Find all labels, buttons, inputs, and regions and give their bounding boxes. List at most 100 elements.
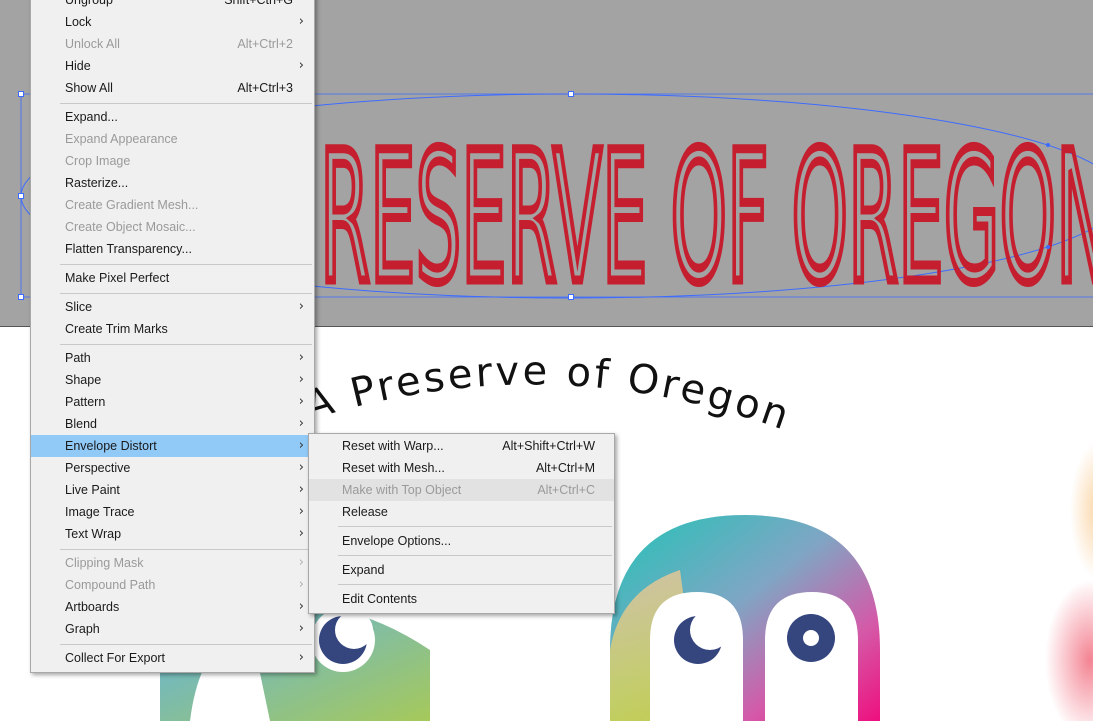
chevron-right-icon: ›	[298, 350, 304, 365]
menu-item-slice[interactable]: Slice ›	[31, 296, 314, 318]
menu-item-label: Shape	[65, 373, 102, 387]
menu-item-label: Image Trace	[65, 505, 135, 519]
menu-item-label: Hide	[65, 59, 91, 73]
menu-item-unlock-all[interactable]: Unlock All Alt+Ctrl+2	[31, 33, 314, 55]
submenu-item-edit-contents[interactable]: Edit Contents	[309, 588, 614, 610]
selection-handle[interactable]	[18, 294, 24, 300]
menu-item-blend[interactable]: Blend ›	[31, 413, 314, 435]
menu-item-expand[interactable]: Expand...	[31, 106, 314, 128]
chevron-right-icon: ›	[298, 621, 304, 636]
selection-handle[interactable]	[18, 91, 24, 97]
menu-item-flatten-transparency[interactable]: Flatten Transparency...	[31, 238, 314, 260]
chevron-right-icon: ›	[298, 14, 304, 29]
menu-item-shortcut: Shift+Ctrl+G	[224, 0, 293, 7]
menu-item-label: Release	[342, 505, 388, 519]
submenu-item-make-with-top-object[interactable]: Make with Top Object Alt+Ctrl+C	[309, 479, 614, 501]
menu-item-label: Create Gradient Mesh...	[65, 198, 199, 212]
menu-item-pattern[interactable]: Pattern ›	[31, 391, 314, 413]
menu-item-label: Show All	[65, 81, 113, 95]
menu-item-lock[interactable]: Lock ›	[31, 11, 314, 33]
menu-item-perspective[interactable]: Perspective ›	[31, 457, 314, 479]
pink-glow	[1045, 580, 1093, 721]
menu-item-show-all[interactable]: Show All Alt+Ctrl+3	[31, 77, 314, 99]
menu-item-label: Envelope Options...	[342, 534, 452, 548]
menu-item-artboards[interactable]: Artboards ›	[31, 596, 314, 618]
menu-item-shortcut: Alt+Ctrl+C	[537, 483, 595, 497]
menu-item-label: Live Paint	[65, 483, 120, 497]
menu-item-label: Create Object Mosaic...	[65, 220, 196, 234]
menu-item-shortcut: Alt+Ctrl+M	[535, 461, 595, 475]
right-ghost-mascot[interactable]	[610, 515, 880, 721]
chevron-right-icon: ›	[298, 504, 304, 519]
chevron-right-icon: ›	[298, 599, 304, 614]
menu-item-compound-path[interactable]: Compound Path ›	[31, 574, 314, 596]
peach-glow	[1070, 441, 1093, 579]
menu-item-create-object-mosaic[interactable]: Create Object Mosaic...	[31, 216, 314, 238]
submenu-item-reset-with-warp[interactable]: Reset with Warp... Alt+Shift+Ctrl+W	[309, 435, 614, 457]
menu-item-hide[interactable]: Hide ›	[31, 55, 314, 77]
menu-item-shortcut: Alt+Ctrl+2	[237, 37, 293, 51]
menu-item-path[interactable]: Path ›	[31, 347, 314, 369]
menu-item-label: Perspective	[65, 461, 131, 475]
menu-item-label: Crop Image	[65, 154, 131, 168]
menu-separator	[338, 584, 612, 585]
menu-item-ungroup[interactable]: Ungroup Shift+Ctrl+G	[31, 0, 314, 11]
menu-item-shortcut: Alt+Shift+Ctrl+W	[502, 439, 595, 453]
menu-item-rasterize[interactable]: Rasterize...	[31, 172, 314, 194]
chevron-right-icon: ›	[298, 577, 304, 592]
menu-item-shape[interactable]: Shape ›	[31, 369, 314, 391]
menu-separator	[60, 264, 312, 265]
selection-handle[interactable]	[18, 193, 24, 199]
menu-item-create-trim-marks[interactable]: Create Trim Marks	[31, 318, 314, 340]
menu-item-shortcut: Alt+Ctrl+3	[237, 81, 293, 95]
submenu-item-reset-with-mesh[interactable]: Reset with Mesh... Alt+Ctrl+M	[309, 457, 614, 479]
menu-separator	[60, 103, 312, 104]
envelope-distort-submenu[interactable]: Reset with Warp... Alt+Shift+Ctrl+W Reset …	[308, 433, 615, 614]
menu-item-graph[interactable]: Graph ›	[31, 618, 314, 640]
menu-item-crop-image[interactable]: Crop Image	[31, 150, 314, 172]
menu-item-expand-appearance[interactable]: Expand Appearance	[31, 128, 314, 150]
menu-item-make-pixel-perfect[interactable]: Make Pixel Perfect	[31, 267, 314, 289]
chevron-right-icon: ›	[298, 394, 304, 409]
menu-item-text-wrap[interactable]: Text Wrap ›	[31, 523, 314, 545]
menu-item-label: Flatten Transparency...	[65, 242, 192, 256]
menu-item-label: Expand	[342, 563, 385, 577]
chevron-right-icon: ›	[298, 58, 304, 73]
chevron-right-icon: ›	[298, 650, 304, 665]
chevron-right-icon: ›	[298, 438, 304, 453]
object-context-menu[interactable]: Ungroup Shift+Ctrl+G Lock › Unlock All Alt+Ct…	[30, 0, 315, 673]
selection-handle[interactable]	[568, 294, 574, 300]
menu-item-image-trace[interactable]: Image Trace ›	[31, 501, 314, 523]
menu-separator	[60, 644, 312, 645]
menu-item-create-gradient-mesh[interactable]: Create Gradient Mesh...	[31, 194, 314, 216]
submenu-item-release[interactable]: Release	[309, 501, 614, 523]
chevron-right-icon: ›	[298, 299, 304, 314]
menu-item-label: Make Pixel Perfect	[65, 271, 170, 285]
menu-item-label: Blend	[65, 417, 97, 431]
menu-item-label: Collect For Export	[65, 651, 166, 665]
chevron-right-icon: ›	[298, 482, 304, 497]
menu-item-label: Pattern	[65, 395, 106, 409]
anchor-point[interactable]	[1046, 143, 1050, 147]
menu-item-label: Reset with Mesh...	[342, 461, 445, 475]
menu-item-label: Rasterize...	[65, 176, 129, 190]
menu-item-label: Make with Top Object	[342, 483, 462, 497]
menu-item-collect-for-export[interactable]: Collect For Export ›	[31, 647, 314, 669]
selection-handle[interactable]	[568, 91, 574, 97]
anchor-point[interactable]	[1046, 245, 1050, 249]
menu-separator	[60, 344, 312, 345]
curved-title-text: A Preserve of Oregon	[300, 348, 798, 440]
menu-item-clipping-mask[interactable]: Clipping Mask ›	[31, 552, 314, 574]
menu-item-label: Envelope Distort	[65, 439, 157, 453]
submenu-item-envelope-options[interactable]: Envelope Options...	[309, 530, 614, 552]
menu-item-live-paint[interactable]: Live Paint ›	[31, 479, 314, 501]
menu-separator	[338, 526, 612, 527]
chevron-right-icon: ›	[298, 555, 304, 570]
menu-item-label: Path	[65, 351, 91, 365]
menu-item-label: Compound Path	[65, 578, 156, 592]
envelope-banner-text: RESERVE OF OREGON	[320, 114, 1093, 323]
menu-separator	[60, 293, 312, 294]
menu-item-label: Text Wrap	[65, 527, 122, 541]
menu-item-envelope-distort[interactable]: Envelope Distort ›	[31, 435, 314, 457]
submenu-item-expand[interactable]: Expand	[309, 559, 614, 581]
